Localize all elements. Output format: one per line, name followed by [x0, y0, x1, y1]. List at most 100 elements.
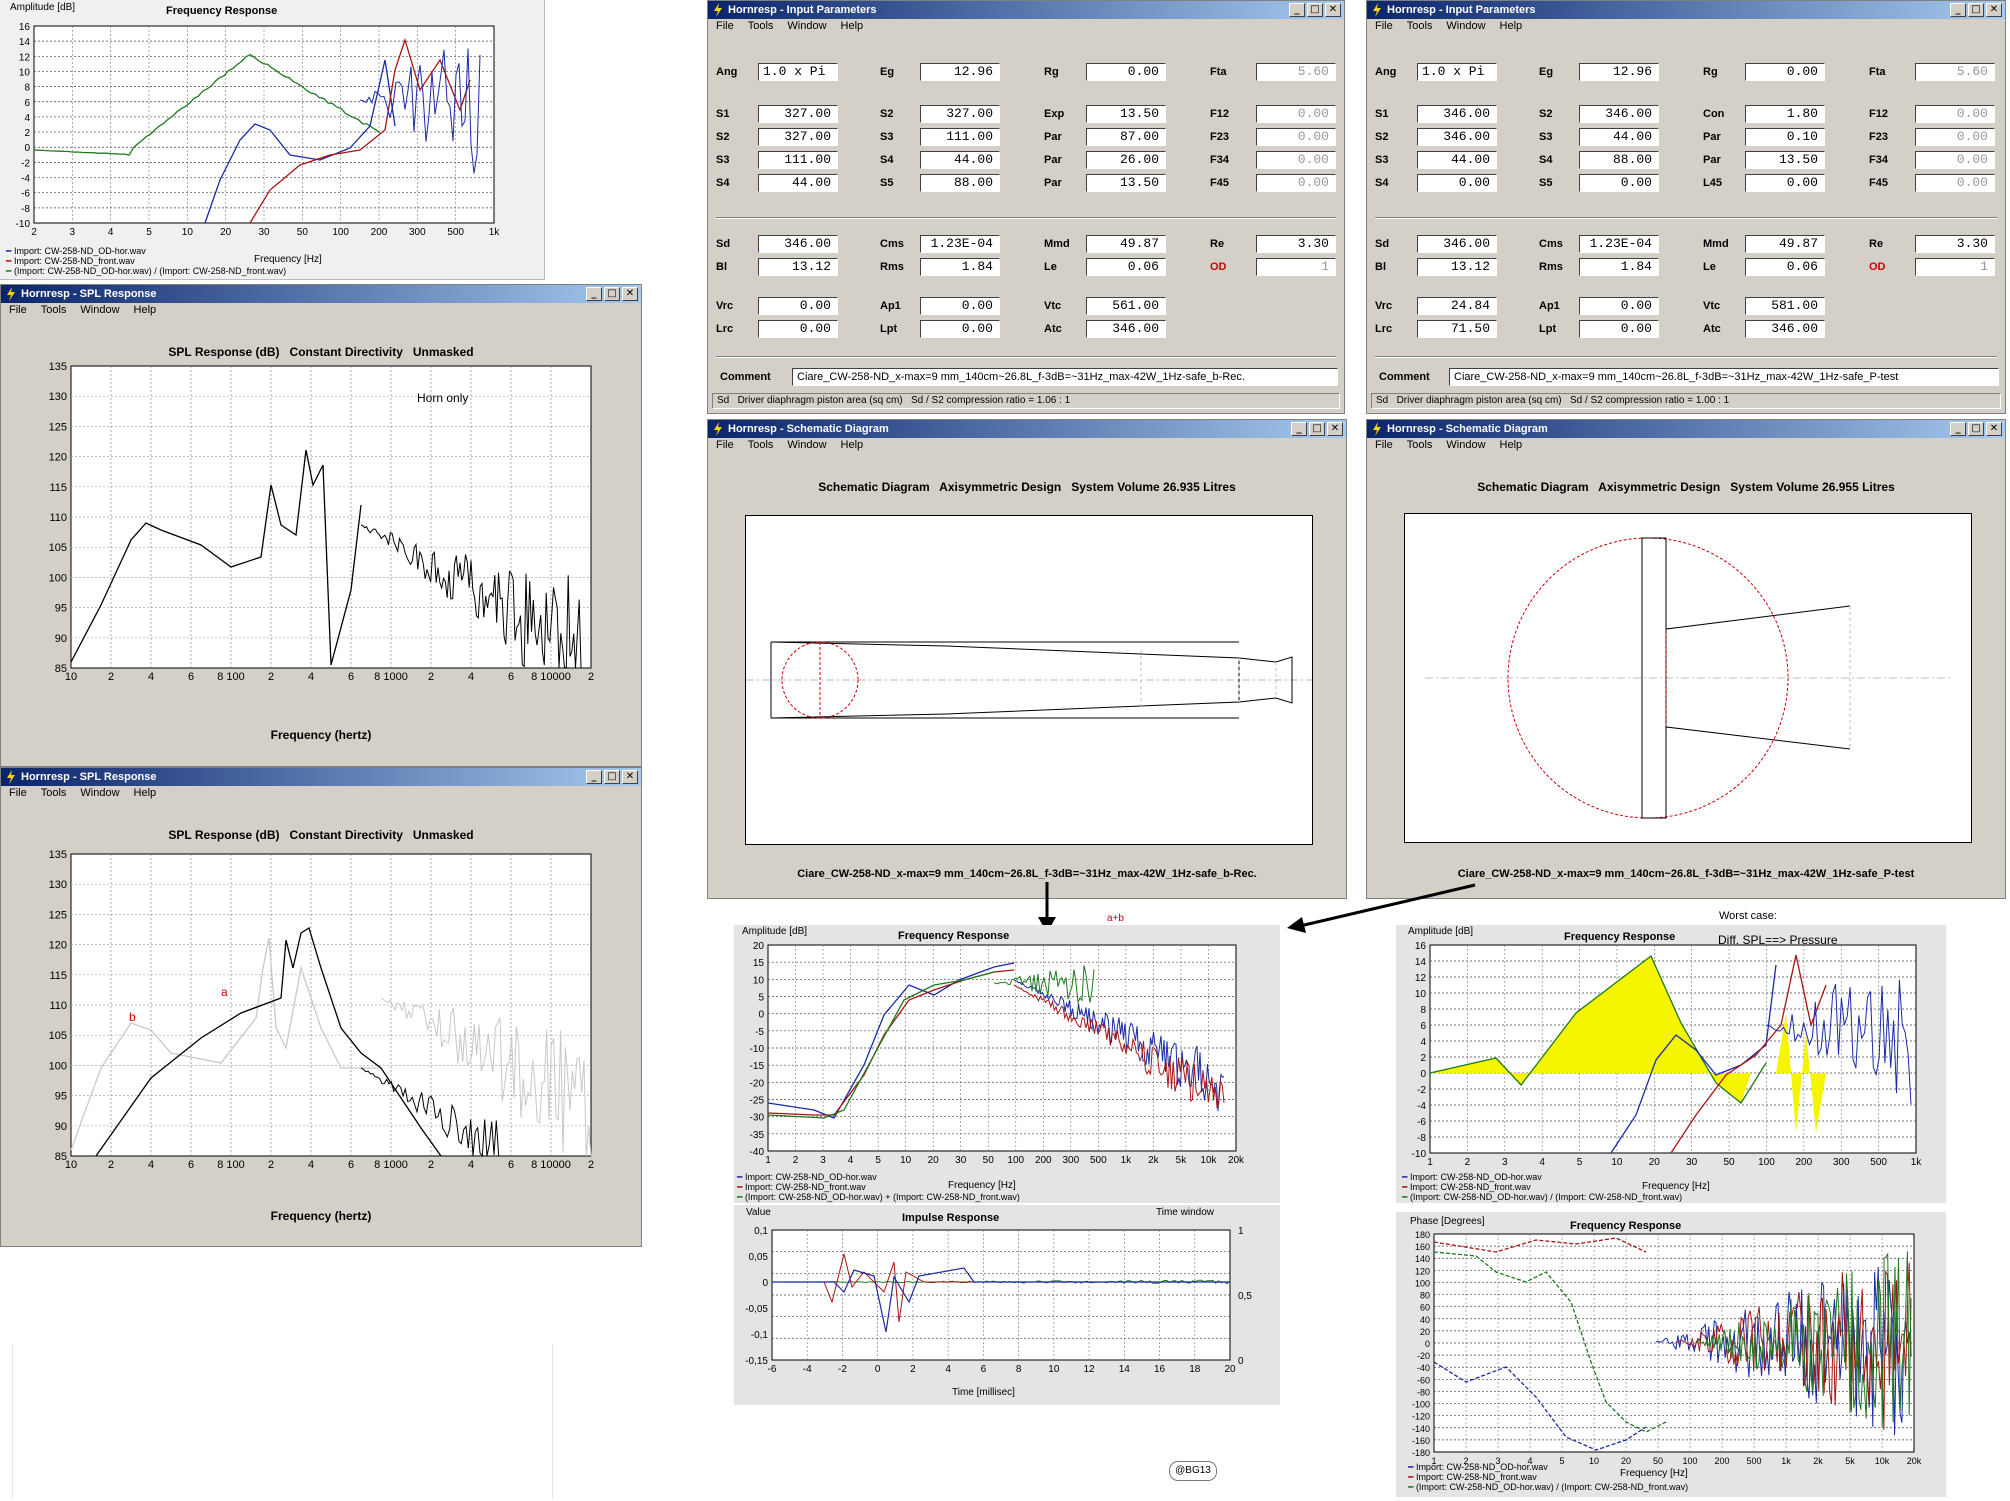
param-field[interactable]: 346.00: [1417, 235, 1497, 253]
menu-tools[interactable]: Tools: [748, 439, 774, 455]
param-field[interactable]: 0.00: [1417, 174, 1497, 192]
minimize-button[interactable]: _: [1950, 3, 1966, 17]
param-field[interactable]: 327.00: [758, 128, 838, 146]
maximize-button[interactable]: □: [1307, 3, 1323, 17]
param-field[interactable]: 1: [1256, 258, 1336, 276]
inp-1-titlebar[interactable]: Hornresp - Input Parameters _ □ ✕: [708, 1, 1344, 19]
comment-field[interactable]: Ciare_CW-258-ND_x-max=9 mm_140cm~26.8L_f…: [792, 368, 1338, 386]
param-field[interactable]: 1.23E-04: [920, 235, 1000, 253]
param-field[interactable]: 44.00: [1417, 151, 1497, 169]
param-field[interactable]: 0.00: [758, 320, 838, 338]
menu-window[interactable]: Window: [1446, 20, 1485, 36]
comment-field[interactable]: Ciare_CW-258-ND_x-max=9 mm_140cm~26.8L_f…: [1449, 368, 1999, 386]
param-field[interactable]: 346.00: [1417, 105, 1497, 123]
minimize-button[interactable]: _: [1291, 422, 1307, 436]
param-field[interactable]: 3.30: [1256, 235, 1336, 253]
param-field[interactable]: 5.60: [1256, 63, 1336, 81]
param-field[interactable]: 12.96: [1579, 63, 1659, 81]
param-field[interactable]: 44.00: [920, 151, 1000, 169]
param-field[interactable]: 24.84: [1417, 297, 1497, 315]
param-field[interactable]: 26.00: [1086, 151, 1166, 169]
param-field[interactable]: 0.00: [1256, 151, 1336, 169]
close-button[interactable]: ✕: [1986, 422, 2002, 436]
param-field[interactable]: 12.96: [920, 63, 1000, 81]
param-field[interactable]: 346.00: [1086, 320, 1166, 338]
minimize-button[interactable]: _: [1289, 3, 1305, 17]
menu-help[interactable]: Help: [1500, 20, 1523, 36]
menu-file[interactable]: File: [1375, 439, 1393, 455]
param-field[interactable]: 327.00: [758, 105, 838, 123]
param-field[interactable]: 13.50: [1086, 105, 1166, 123]
param-field[interactable]: 346.00: [1579, 105, 1659, 123]
param-field[interactable]: 0.00: [1086, 63, 1166, 81]
inp-2-titlebar[interactable]: Hornresp - Input Parameters _ □ ✕: [1367, 1, 2005, 19]
param-field[interactable]: 44.00: [1579, 128, 1659, 146]
menu-file[interactable]: File: [1375, 20, 1393, 36]
param-field[interactable]: 1.0 x Pi: [758, 63, 838, 81]
param-field[interactable]: 0.00: [920, 320, 1000, 338]
param-field[interactable]: 1.23E-04: [1579, 235, 1659, 253]
param-field[interactable]: 1: [1915, 258, 1995, 276]
param-field[interactable]: 327.00: [920, 105, 1000, 123]
maximize-button[interactable]: □: [1968, 422, 1984, 436]
menu-help[interactable]: Help: [1500, 439, 1523, 455]
close-button[interactable]: ✕: [1327, 422, 1343, 436]
param-field[interactable]: 111.00: [920, 128, 1000, 146]
param-field[interactable]: 0.00: [1915, 174, 1995, 192]
sch-1-titlebar[interactable]: Hornresp - Schematic Diagram _ □ ✕: [708, 420, 1346, 438]
param-field[interactable]: 0.06: [1086, 258, 1166, 276]
param-field[interactable]: 1.0 x Pi: [1417, 63, 1497, 81]
param-field[interactable]: 0.00: [1256, 174, 1336, 192]
minimize-button[interactable]: _: [1950, 422, 1966, 436]
menu-file[interactable]: File: [716, 20, 734, 36]
param-field[interactable]: 5.60: [1915, 63, 1995, 81]
param-field[interactable]: 1.84: [920, 258, 1000, 276]
menu-tools[interactable]: Tools: [748, 20, 774, 36]
param-field[interactable]: 0.00: [1915, 105, 1995, 123]
param-field[interactable]: 88.00: [920, 174, 1000, 192]
param-field[interactable]: 0.00: [1256, 128, 1336, 146]
param-field[interactable]: 1.80: [1745, 105, 1825, 123]
menu-tools[interactable]: Tools: [1407, 439, 1433, 455]
param-field[interactable]: 0.10: [1745, 128, 1825, 146]
maximize-button[interactable]: □: [1968, 3, 1984, 17]
param-field[interactable]: 0.00: [920, 297, 1000, 315]
param-field[interactable]: 13.50: [1086, 174, 1166, 192]
param-field[interactable]: 49.87: [1745, 235, 1825, 253]
param-field[interactable]: 0.00: [1915, 151, 1995, 169]
param-field[interactable]: 346.00: [1417, 128, 1497, 146]
param-field[interactable]: 13.12: [1417, 258, 1497, 276]
param-field[interactable]: 346.00: [1745, 320, 1825, 338]
param-field[interactable]: 561.00: [1086, 297, 1166, 315]
param-field[interactable]: 0.00: [1579, 297, 1659, 315]
param-field[interactable]: 0.00: [1745, 63, 1825, 81]
param-field[interactable]: 1.84: [1579, 258, 1659, 276]
param-field[interactable]: 44.00: [758, 174, 838, 192]
param-field[interactable]: 0.00: [1579, 174, 1659, 192]
menu-window[interactable]: Window: [787, 20, 826, 36]
maximize-button[interactable]: □: [1309, 422, 1325, 436]
param-field[interactable]: 87.00: [1086, 128, 1166, 146]
close-button[interactable]: ✕: [1325, 3, 1341, 17]
param-field[interactable]: 0.06: [1745, 258, 1825, 276]
param-field[interactable]: 3.30: [1915, 235, 1995, 253]
param-field[interactable]: 0.00: [1256, 105, 1336, 123]
menu-window[interactable]: Window: [1446, 439, 1485, 455]
menu-file[interactable]: File: [716, 439, 734, 455]
menu-tools[interactable]: Tools: [1407, 20, 1433, 36]
close-button[interactable]: ✕: [1986, 3, 2002, 17]
param-field[interactable]: 0.00: [758, 297, 838, 315]
param-field[interactable]: 49.87: [1086, 235, 1166, 253]
param-field[interactable]: 0.00: [1745, 174, 1825, 192]
param-field[interactable]: 13.12: [758, 258, 838, 276]
param-field[interactable]: 13.50: [1745, 151, 1825, 169]
param-field[interactable]: 0.00: [1915, 128, 1995, 146]
param-field[interactable]: 0.00: [1579, 320, 1659, 338]
menu-help[interactable]: Help: [841, 439, 864, 455]
param-field[interactable]: 71.50: [1417, 320, 1497, 338]
param-field[interactable]: 346.00: [758, 235, 838, 253]
sch-2-titlebar[interactable]: Hornresp - Schematic Diagram _ □ ✕: [1367, 420, 2005, 438]
param-field[interactable]: 581.00: [1745, 297, 1825, 315]
param-field[interactable]: 111.00: [758, 151, 838, 169]
menu-window[interactable]: Window: [787, 439, 826, 455]
